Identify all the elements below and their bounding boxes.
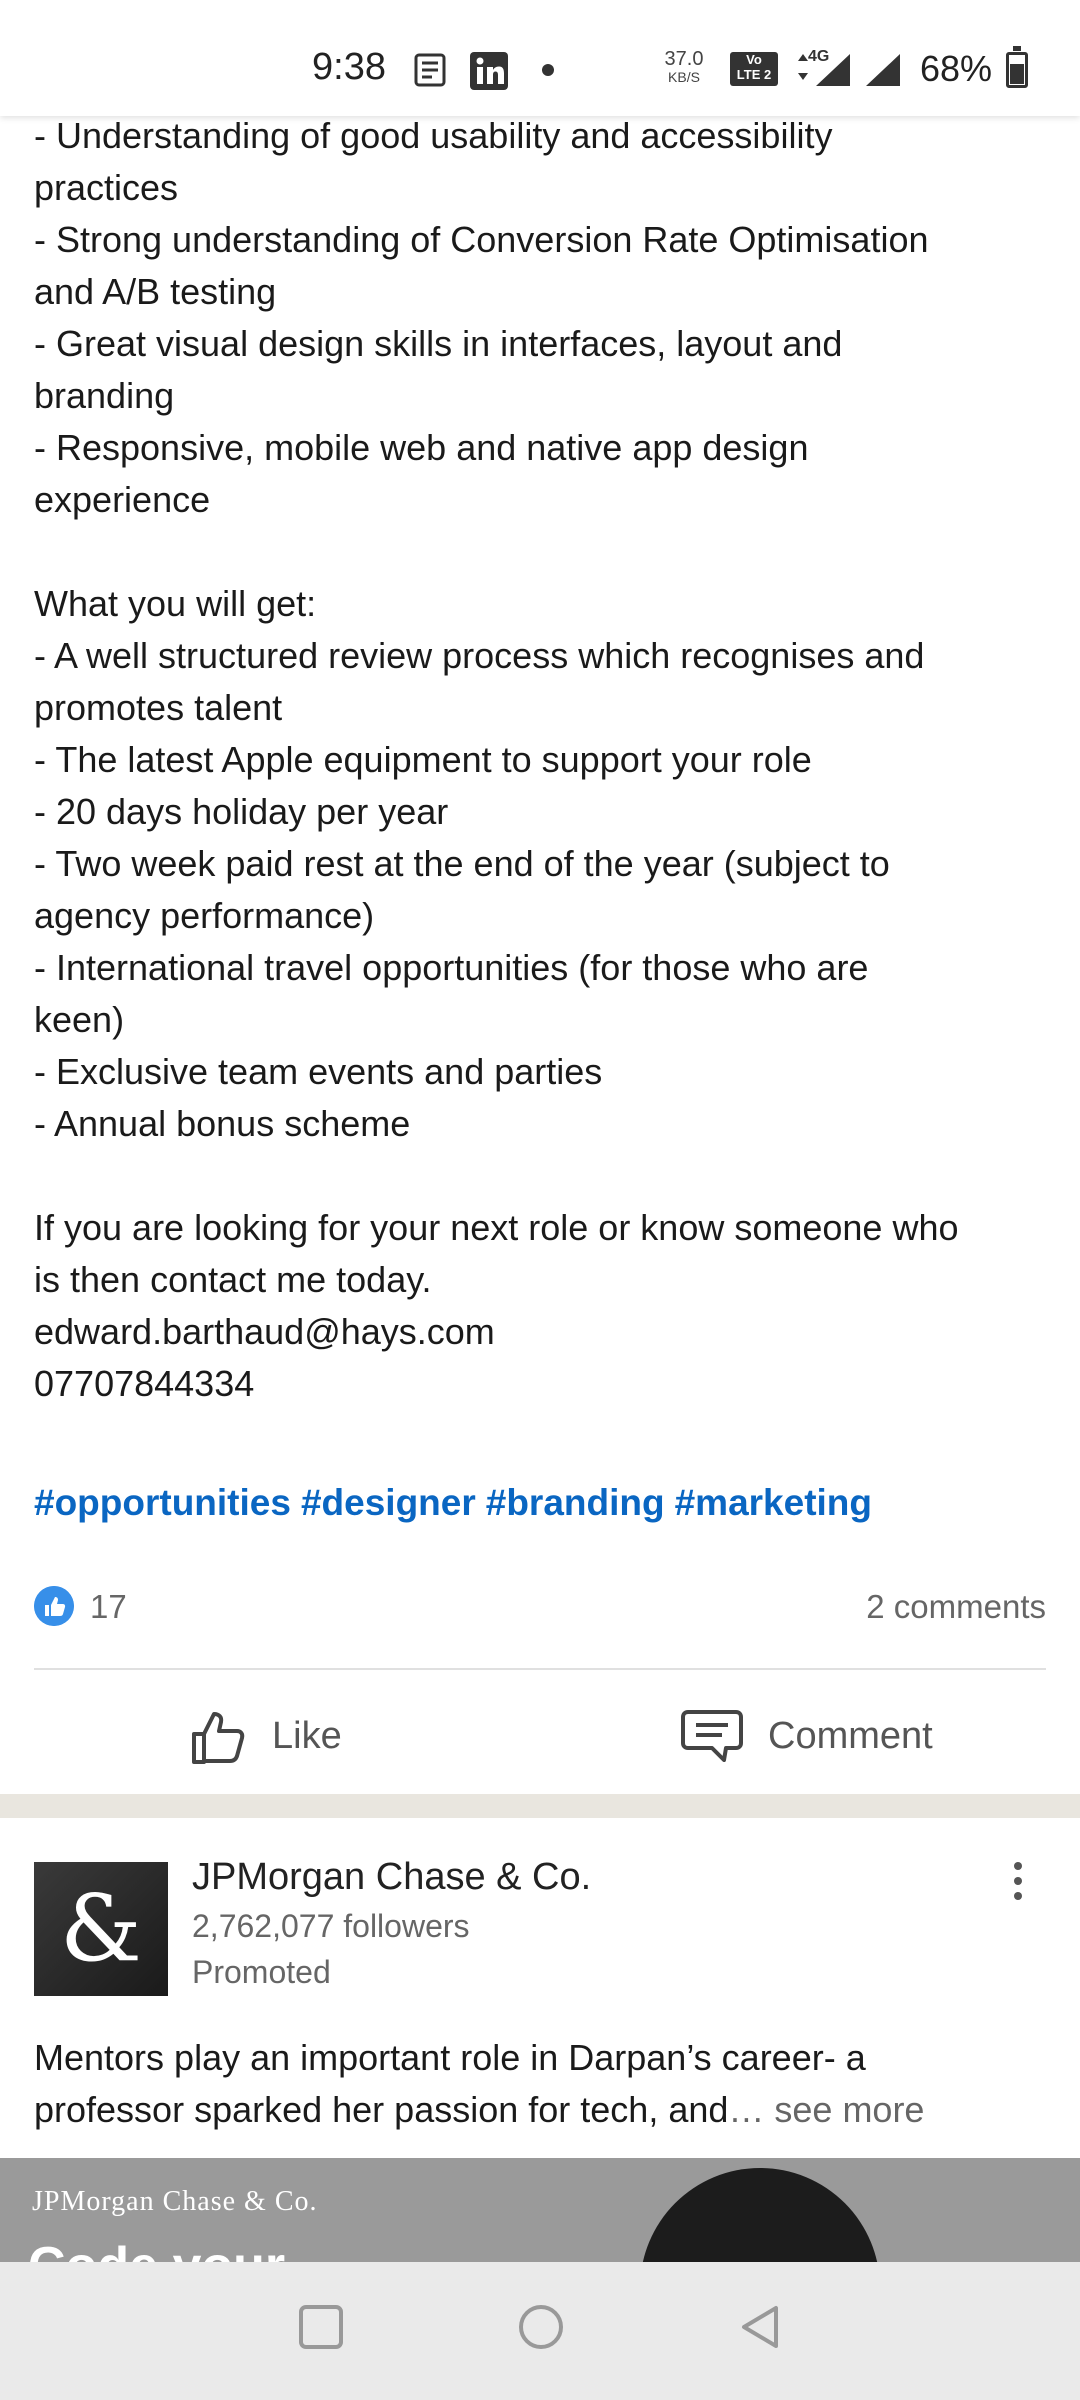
reaction-count[interactable]: 17: [90, 1588, 127, 1626]
post-text-line: [34, 1150, 1044, 1202]
post-text-line: - Exclusive team events and parties: [34, 1051, 603, 1092]
battery-percent: 68%: [920, 48, 993, 89]
volte-bottom: LTE 2: [736, 67, 772, 82]
ad-image[interactable]: JPMorgan Chase & Co. Code your: [0, 2158, 1080, 2262]
promoted-label: Promoted: [192, 1954, 331, 1990]
comment-label: Comment: [768, 1714, 933, 1757]
post-text-line: - Annual bonus scheme: [34, 1103, 411, 1144]
ad-text-line: professor sparked her passion for tech, …: [34, 2089, 729, 2130]
post-text-line: and A/B testing: [34, 271, 277, 312]
volte-icon: Vo LTE 2: [730, 52, 778, 86]
hashtag-link[interactable]: #opportunities: [34, 1482, 291, 1523]
see-more-link[interactable]: see more: [764, 2089, 924, 2130]
post-text-line: - Two week paid rest at the end of the y…: [34, 843, 890, 884]
post-text-line: promotes talent: [34, 687, 283, 728]
hashtag-link[interactable]: #marketing: [675, 1482, 872, 1523]
post-text-line: - A well structured review process which…: [34, 635, 925, 676]
post-text-line: - 20 days holiday per year: [34, 791, 449, 832]
post-text-line: If you are looking for your next role or…: [34, 1207, 959, 1248]
recents-button[interactable]: [296, 2302, 346, 2352]
post-text-line: practices: [34, 167, 179, 208]
data-arrows-icon: [798, 54, 808, 80]
comment-button[interactable]: Comment: [680, 1700, 933, 1772]
hashtag-link[interactable]: #branding: [486, 1482, 665, 1523]
comment-icon: [681, 1710, 743, 1762]
post-text-line: branding: [34, 375, 175, 416]
ad-headline: Code your: [28, 2236, 285, 2262]
post-text-line: agency performance): [34, 895, 375, 936]
battery-level: [1010, 63, 1024, 84]
speed-unit: KB/S: [668, 69, 700, 85]
ad-text-line-2: professor sparked her passion for tech, …: [34, 2084, 1044, 2136]
status-time: 9:38: [312, 46, 386, 88]
portrait-image: [640, 2168, 880, 2262]
post-text-line: What you will get:: [34, 583, 317, 624]
post-text-line: keen): [34, 999, 125, 1040]
system-nav-bar: [0, 2262, 1080, 2400]
hashtag-link[interactable]: #designer: [301, 1482, 476, 1523]
post-text-line: - Understanding of good usability and ac…: [34, 115, 833, 156]
ad-text-line: Mentors play an important role in Darpan…: [34, 2037, 866, 2078]
volte-top: Vo: [746, 52, 762, 67]
company-name[interactable]: JPMorgan Chase & Co.: [192, 1856, 591, 1899]
post-text-line: - The latest Apple equipment to support …: [34, 739, 812, 780]
hashtag-list: #opportunities #designer #branding #marketi…: [34, 1482, 882, 1524]
linkedin-icon: [470, 52, 508, 90]
speed-value: 37.0: [664, 48, 704, 70]
post-text-line: experience: [34, 479, 211, 520]
post-text-line: - Great visual design skills in interfac…: [34, 323, 843, 364]
feed-separator: [0, 1794, 1080, 1818]
comments-count[interactable]: 2 comments: [866, 1588, 1046, 1626]
post-text-line: - International travel opportunities (fo…: [34, 947, 869, 988]
post-text-line: - Responsive, mobile web and native app …: [34, 427, 809, 468]
ad-brand: JPMorgan Chase & Co.: [32, 2186, 318, 2217]
post-text-line: is then contact me today.: [34, 1259, 432, 1300]
signal-icon: [866, 54, 900, 86]
divider: [34, 1668, 1046, 1670]
followers-count: 2,762,077 followers: [192, 1908, 470, 1944]
social-counts: 17 2 comments: [34, 1580, 1046, 1632]
post-text-line: edward.barthaud@hays.com: [34, 1311, 495, 1352]
post-body: Adobe Creative Suite etc- Understanding …: [34, 58, 1044, 1410]
post-text-line: - Strong understanding of Conversion Rat…: [34, 219, 929, 260]
back-button[interactable]: [736, 2302, 786, 2352]
more-options-icon[interactable]: [1010, 1862, 1026, 1906]
ellipsis: …: [728, 2089, 765, 2130]
home-button[interactable]: [516, 2302, 566, 2352]
post-text-line: 07707844334: [34, 1363, 255, 1404]
battery-icon: [1006, 46, 1028, 88]
post-text-line: [34, 526, 1044, 578]
signal-icon: [816, 54, 850, 86]
like-reaction-icon: [34, 1586, 74, 1626]
like-button[interactable]: Like: [190, 1700, 342, 1772]
news-icon: [414, 53, 446, 87]
status-bar: 9:38 37.0 KB/S Vo LTE 2 4G 68%: [0, 0, 1080, 116]
like-label: Like: [272, 1714, 342, 1757]
thumbs-up-icon: [192, 1712, 245, 1764]
notification-dot-icon: [542, 64, 554, 76]
company-logo[interactable]: &: [34, 1862, 168, 1996]
network-speed: 37.0 KB/S: [660, 48, 708, 86]
ad-text: Mentors play an important role in Darpan…: [34, 2032, 1044, 2136]
